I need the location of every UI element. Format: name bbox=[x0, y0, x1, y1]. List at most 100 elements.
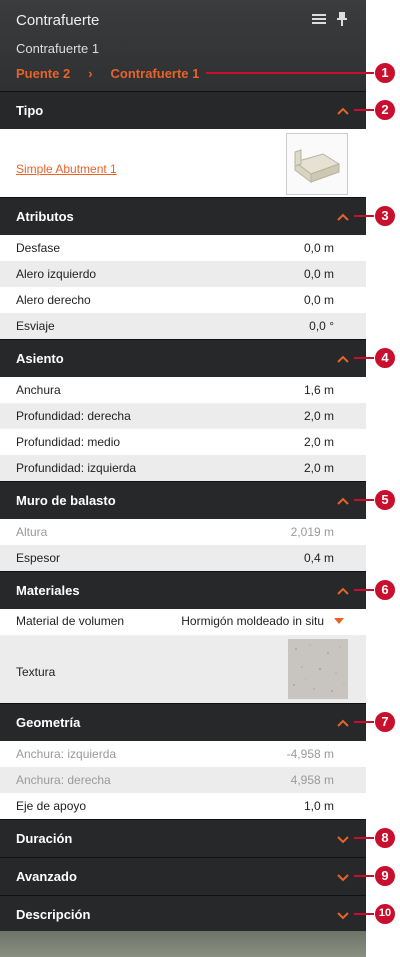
callout-leader bbox=[354, 499, 376, 501]
property-row[interactable]: Profundidad: izquierda 2,0 m bbox=[0, 455, 366, 481]
property-value[interactable]: 1,6 m bbox=[304, 383, 334, 397]
type-link[interactable]: Simple Abutment 1 bbox=[16, 162, 117, 176]
property-row[interactable]: Profundidad: medio 2,0 m bbox=[0, 429, 366, 455]
callout-leader bbox=[354, 589, 376, 591]
property-label: Alero izquierdo bbox=[16, 267, 97, 281]
section-tipo-header[interactable]: Tipo bbox=[0, 91, 366, 130]
section-duracion-header[interactable]: Duración bbox=[0, 819, 366, 858]
callout-leader bbox=[354, 109, 376, 111]
chevron-down-icon[interactable] bbox=[336, 832, 350, 846]
callout-1: 1 bbox=[206, 62, 400, 84]
property-label: Profundidad: medio bbox=[16, 435, 121, 449]
callout-badge: 9 bbox=[374, 865, 396, 887]
callout-badge: 6 bbox=[374, 579, 396, 601]
callout-badge: 8 bbox=[374, 827, 396, 849]
panel-subtitle: Contrafuerte 1 bbox=[16, 41, 100, 56]
property-value[interactable]: 0,4 m bbox=[304, 551, 334, 565]
section-muro-header[interactable]: Muro de balasto bbox=[0, 481, 366, 520]
section-descripcion-header[interactable]: Descripción bbox=[0, 895, 366, 934]
properties-panel: Contrafuerte Contrafuerte 1 Puente 2 › C… bbox=[0, 0, 366, 957]
section-title: Geometría bbox=[16, 715, 81, 730]
header-icons bbox=[312, 12, 348, 26]
panel-title: Contrafuerte bbox=[16, 12, 100, 29]
callout-10: 10 bbox=[354, 903, 400, 925]
property-row[interactable]: Eje de apoyo 1,0 m bbox=[0, 793, 366, 819]
callout-badge: 3 bbox=[374, 205, 396, 227]
property-label: Anchura: derecha bbox=[16, 773, 111, 787]
material-label: Material de volumen bbox=[16, 614, 125, 628]
property-label: Anchura bbox=[16, 383, 61, 397]
callout-leader bbox=[354, 837, 376, 839]
breadcrumb-separator: › bbox=[88, 66, 93, 81]
callout-badge: 1 bbox=[374, 62, 396, 84]
property-label: Profundidad: izquierda bbox=[16, 461, 137, 475]
section-title: Duración bbox=[16, 831, 73, 846]
property-value[interactable]: 0,0 m bbox=[304, 267, 334, 281]
property-value[interactable]: 0,0 ° bbox=[309, 319, 334, 333]
tipo-body: Simple Abutment 1 bbox=[0, 129, 366, 197]
property-row[interactable]: Espesor 0,4 m bbox=[0, 545, 366, 571]
abutment-preview-icon bbox=[293, 149, 341, 183]
property-row[interactable]: Alero derecho 0,0 m bbox=[0, 287, 366, 313]
callout-6: 6 bbox=[354, 579, 400, 601]
material-select-value[interactable]: Hormigón moldeado in situ bbox=[181, 614, 324, 628]
section-title: Avanzado bbox=[16, 869, 77, 884]
section-asiento-header[interactable]: Asiento bbox=[0, 339, 366, 378]
property-value: 4,958 m bbox=[290, 773, 334, 787]
section-geometria-header[interactable]: Geometría bbox=[0, 703, 366, 742]
panel-header: Contrafuerte Contrafuerte 1 Puente 2 › C… bbox=[0, 0, 366, 92]
callout-7: 7 bbox=[354, 711, 400, 733]
property-row[interactable]: Desfase 0,0 m bbox=[0, 235, 366, 261]
menu-icon[interactable] bbox=[312, 12, 326, 26]
property-value[interactable]: 2,0 m bbox=[304, 409, 334, 423]
chevron-up-icon[interactable] bbox=[336, 584, 350, 598]
property-row[interactable]: Alero izquierdo 0,0 m bbox=[0, 261, 366, 287]
property-value[interactable]: 2,0 m bbox=[304, 435, 334, 449]
chevron-up-icon[interactable] bbox=[336, 210, 350, 224]
pin-icon[interactable] bbox=[336, 12, 348, 26]
breadcrumb-item-puente[interactable]: Puente 2 bbox=[16, 66, 70, 81]
chevron-up-icon[interactable] bbox=[336, 494, 350, 508]
breadcrumb-item-contrafuerte[interactable]: Contrafuerte 1 bbox=[111, 66, 200, 81]
callout-leader bbox=[354, 357, 376, 359]
chevron-down-icon[interactable] bbox=[336, 908, 350, 922]
property-row[interactable]: Profundidad: derecha 2,0 m bbox=[0, 403, 366, 429]
callout-3: 3 bbox=[354, 205, 400, 227]
property-value[interactable]: 0,0 m bbox=[304, 293, 334, 307]
breadcrumb: Puente 2 › Contrafuerte 1 bbox=[16, 66, 199, 81]
abutment-thumbnail[interactable] bbox=[286, 133, 348, 195]
property-label: Anchura: izquierda bbox=[16, 747, 117, 761]
texture-row[interactable]: Textura bbox=[0, 635, 366, 703]
property-row[interactable]: Anchura 1,6 m bbox=[0, 377, 366, 403]
chevron-down-icon[interactable] bbox=[336, 870, 350, 884]
property-row: Altura 2,019 m bbox=[0, 519, 366, 545]
property-value[interactable]: 1,0 m bbox=[304, 799, 334, 813]
property-row[interactable]: Esviaje 0,0 ° bbox=[0, 313, 366, 339]
property-label: Altura bbox=[16, 525, 48, 539]
concrete-texture-icon bbox=[288, 639, 348, 699]
dropdown-arrow-icon[interactable] bbox=[334, 618, 344, 624]
property-label: Eje de apoyo bbox=[16, 799, 87, 813]
property-row: Anchura: izquierda -4,958 m bbox=[0, 741, 366, 767]
property-label: Esviaje bbox=[16, 319, 55, 333]
callout-2: 2 bbox=[354, 99, 400, 121]
chevron-up-icon[interactable] bbox=[336, 716, 350, 730]
chevron-up-icon[interactable] bbox=[336, 352, 350, 366]
property-label: Espesor bbox=[16, 551, 61, 565]
property-value[interactable]: 0,0 m bbox=[304, 241, 334, 255]
section-title: Materiales bbox=[16, 583, 80, 598]
callout-badge: 7 bbox=[374, 711, 396, 733]
section-title: Asiento bbox=[16, 351, 64, 366]
property-value[interactable]: 2,0 m bbox=[304, 461, 334, 475]
property-label: Desfase bbox=[16, 241, 61, 255]
callout-9: 9 bbox=[354, 865, 400, 887]
chevron-up-icon[interactable] bbox=[336, 104, 350, 118]
callout-badge: 5 bbox=[374, 489, 396, 511]
section-avanzado-header[interactable]: Avanzado bbox=[0, 857, 366, 896]
property-value: -4,958 m bbox=[286, 747, 334, 761]
section-atributos-header[interactable]: Atributos bbox=[0, 197, 366, 236]
texture-swatch[interactable] bbox=[288, 639, 348, 699]
material-row[interactable]: Material de volumen Hormigón moldeado in… bbox=[0, 609, 366, 635]
section-materiales-header[interactable]: Materiales bbox=[0, 571, 366, 610]
property-row: Anchura: derecha 4,958 m bbox=[0, 767, 366, 793]
